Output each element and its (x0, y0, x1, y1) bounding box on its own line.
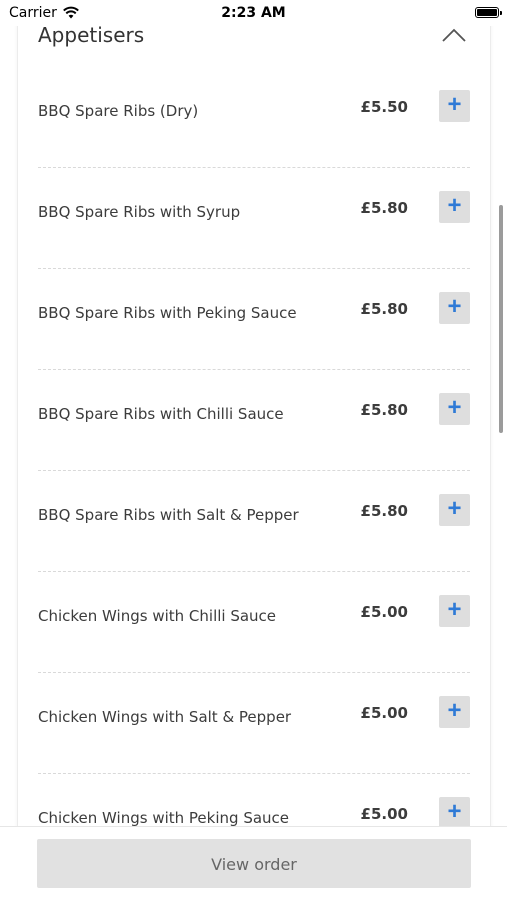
add-item-button[interactable]: + (439, 494, 470, 526)
bottom-bar: View order (0, 826, 507, 901)
menu-item: BBQ Spare Ribs with Salt & Pepper £5.80 … (38, 471, 470, 572)
item-name: Chicken Wings with Salt & Pepper (38, 708, 292, 726)
add-item-button[interactable]: + (439, 292, 470, 324)
add-item-button[interactable]: + (439, 696, 470, 728)
plus-icon: + (447, 697, 462, 724)
status-bar: Carrier 2:23 AM (0, 0, 507, 26)
menu-item: BBQ Spare Ribs with Syrup £5.80 + (38, 168, 470, 269)
view-order-button[interactable]: View order (37, 839, 471, 888)
plus-icon: + (447, 798, 462, 825)
item-price: £5.80 (360, 300, 408, 318)
item-name: BBQ Spare Ribs (Dry) (38, 102, 199, 120)
menu-section-card: Appetisers BBQ Spare Ribs (Dry) £5.50 + … (17, 0, 491, 830)
plus-icon: + (447, 394, 462, 421)
menu-item: Chicken Wings with Peking Sauce £5.00 + (38, 774, 470, 830)
add-item-button[interactable]: + (439, 191, 470, 223)
item-name: BBQ Spare Ribs with Salt & Pepper (38, 506, 299, 524)
item-name: Chicken Wings with Chilli Sauce (38, 607, 277, 625)
item-name: Chicken Wings with Peking Sauce (38, 809, 290, 827)
battery-icon (475, 7, 502, 18)
plus-icon: + (447, 495, 462, 522)
item-price: £5.80 (360, 401, 408, 419)
add-item-button[interactable]: + (439, 595, 470, 627)
menu-item: BBQ Spare Ribs with Peking Sauce £5.80 + (38, 269, 470, 370)
item-price: £5.50 (360, 98, 408, 116)
add-item-button[interactable]: + (439, 393, 470, 425)
menu-item: Chicken Wings with Salt & Pepper £5.00 + (38, 673, 470, 774)
item-price: £5.00 (360, 704, 408, 722)
section-title: Appetisers (38, 23, 145, 47)
add-item-button[interactable]: + (439, 90, 470, 122)
item-price: £5.00 (360, 805, 408, 823)
add-item-button[interactable]: + (439, 797, 470, 829)
item-price: £5.00 (360, 603, 408, 621)
plus-icon: + (447, 91, 462, 118)
item-price: £5.80 (360, 199, 408, 217)
item-name: BBQ Spare Ribs with Chilli Sauce (38, 405, 284, 423)
item-name: BBQ Spare Ribs with Peking Sauce (38, 304, 297, 322)
plus-icon: + (447, 596, 462, 623)
menu-item: BBQ Spare Ribs (Dry) £5.50 + (38, 67, 470, 168)
scrollbar-thumb[interactable] (499, 205, 503, 433)
item-name: BBQ Spare Ribs with Syrup (38, 203, 241, 221)
menu-item: Chicken Wings with Chilli Sauce £5.00 + (38, 572, 470, 673)
clock: 2:23 AM (221, 5, 286, 21)
item-price: £5.80 (360, 502, 408, 520)
chevron-up-icon[interactable] (442, 28, 466, 42)
plus-icon: + (447, 293, 462, 320)
plus-icon: + (447, 192, 462, 219)
menu-item: BBQ Spare Ribs with Chilli Sauce £5.80 + (38, 370, 470, 471)
